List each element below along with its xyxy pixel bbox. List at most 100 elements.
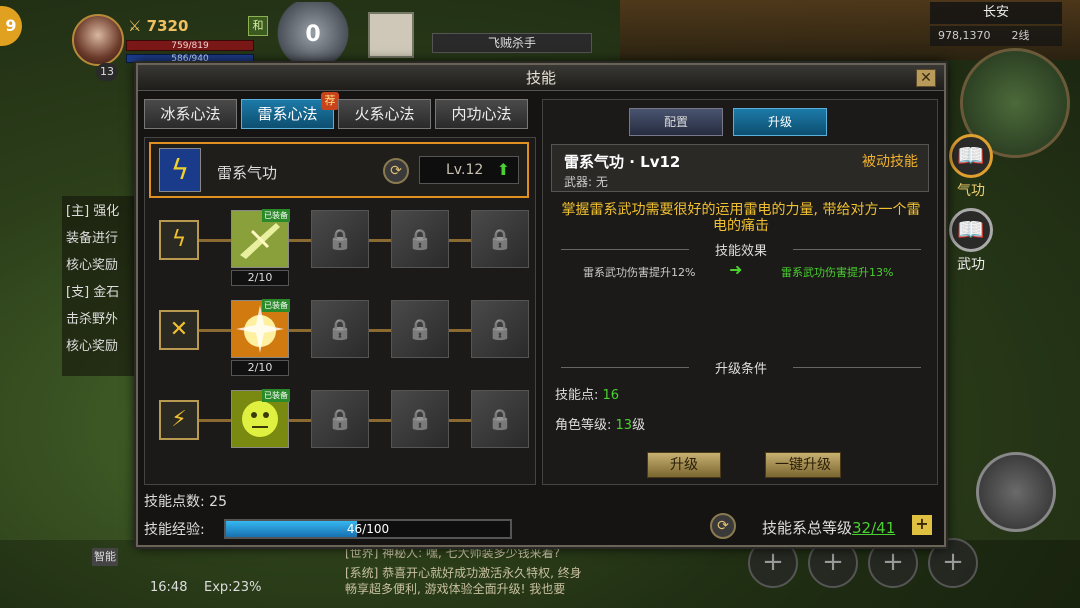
- upgrade-all-button[interactable]: 一键升级: [765, 452, 841, 478]
- refresh-icon[interactable]: ⟳: [383, 158, 409, 184]
- slot-level: 2/10: [231, 270, 289, 286]
- skill-slot-locked[interactable]: [391, 210, 449, 268]
- total-level-value[interactable]: 32/41: [852, 519, 895, 537]
- recommend-badge: 荐: [321, 92, 339, 110]
- total-level-label: 技能系总等级: [762, 519, 853, 537]
- chat-mode-tag[interactable]: 智能: [92, 548, 118, 566]
- cond-level-label: 角色等级:: [555, 418, 612, 433]
- skill-description: 掌握雷系武功需要很好的运用雷电的力量, 带给对方一个雷电的痛击: [561, 202, 921, 234]
- skill-slot-locked[interactable]: [471, 300, 529, 358]
- tab-thunder[interactable]: 雷系心法 荐: [241, 92, 339, 129]
- skill-info: 雷系气功 · Lv12 被动技能 武器: 无: [551, 144, 929, 192]
- tab-fire[interactable]: 火系心法: [338, 99, 431, 129]
- cond-level-value: 13: [615, 418, 633, 433]
- arrow-up-icon[interactable]: ⬆: [497, 157, 510, 183]
- player-level-badge[interactable]: 9: [0, 6, 22, 46]
- task-title[interactable]: 飞贼杀手: [432, 33, 592, 53]
- refresh-icon[interactable]: ⟳: [710, 513, 736, 539]
- selected-skill-level: Lv.12 ⬆: [419, 156, 519, 184]
- quest-line: 核心奖励: [66, 258, 119, 273]
- side-tab-label: 武功: [957, 257, 985, 273]
- skill-slot-locked[interactable]: [311, 210, 369, 268]
- target-count-badge[interactable]: 0: [274, 2, 352, 64]
- quest-line: [主] 强化: [66, 204, 120, 219]
- cond-points-label: 技能点:: [555, 388, 599, 403]
- skill-tree: ϟ 雷系气功 ⟳ Lv.12 ⬆ ϟ 已装备 2/10 🔒 🔒 🔒 ✕ 已装备 …: [144, 137, 536, 485]
- tab-inner[interactable]: 内功心法: [435, 99, 528, 129]
- skill-slot-learned[interactable]: 已装备: [231, 209, 290, 268]
- quest-line: 核心奖励: [66, 339, 119, 354]
- coords-value: 978,1370: [938, 29, 991, 42]
- quest-line: [支] 金石: [66, 285, 120, 300]
- skill-window: 技能 ✕ 冰系心法 雷系心法 荐 火系心法 内功心法 ϟ 雷系气功 ⟳ Lv.1…: [136, 63, 946, 547]
- skill-slot-learned[interactable]: 已装备: [231, 389, 290, 448]
- lightning-icon[interactable]: ϟ: [159, 220, 199, 260]
- skill-type: 被动技能: [862, 154, 918, 170]
- arrow-right-icon: ➜: [729, 260, 743, 279]
- skill-row: ⚡ 已装备: [145, 386, 537, 458]
- map-name[interactable]: 长安: [930, 2, 1062, 24]
- equipped-ribbon: 已装备: [262, 389, 290, 402]
- skill-points-value: 25: [209, 494, 227, 510]
- selected-skill-row[interactable]: ϟ 雷系气功 ⟳ Lv.12 ⬆: [149, 142, 529, 198]
- effect-current: 雷系武功伤害提升12%: [583, 266, 696, 279]
- quest-tracker[interactable]: [主] 强化 装备进行 核心奖励 [支] 金石 击杀野外 核心奖励: [62, 196, 136, 376]
- book-icon: 📖: [949, 134, 993, 178]
- quest-line: 击杀野外: [66, 312, 119, 327]
- tab-config[interactable]: 配置: [629, 108, 723, 136]
- side-tab-qigong[interactable]: 📖 气功: [946, 134, 996, 200]
- tab-label: 雷系心法: [257, 105, 318, 123]
- skill-weapon: 武器: 无: [564, 175, 608, 189]
- skill-detail-panel: 配置 升级 雷系气功 · Lv12 被动技能 武器: 无 掌握雷系武功需要很好的…: [542, 99, 938, 485]
- skill-row: ✕ 已装备 2/10: [145, 296, 537, 376]
- clock: 16:48: [150, 580, 188, 595]
- tab-upgrade[interactable]: 升级: [733, 108, 827, 136]
- upgrade-button[interactable]: 升级: [647, 452, 721, 478]
- window-title: 技能: [138, 65, 944, 91]
- pet-avatar[interactable]: [368, 12, 414, 58]
- cond-level-unit: 级: [632, 418, 646, 433]
- player-avatar[interactable]: [72, 14, 124, 66]
- condition-section-title: 升级条件: [551, 358, 931, 377]
- slash-icon[interactable]: ✕: [159, 310, 199, 350]
- skill-slot-locked[interactable]: [471, 210, 529, 268]
- skill-slot-locked[interactable]: [391, 300, 449, 358]
- pk-mode-badge[interactable]: 和: [248, 16, 268, 36]
- side-tab-label: 气功: [957, 183, 985, 199]
- combat-power-value: 7320: [146, 17, 189, 35]
- skill-slot-locked[interactable]: [311, 300, 369, 358]
- close-button[interactable]: ✕: [916, 69, 936, 87]
- chat-line[interactable]: [系统] 恭喜开心就好成功激活永久特权, 终身: [345, 564, 665, 581]
- skill-slot-locked[interactable]: [391, 390, 449, 448]
- skill-points: 技能点数: 25: [144, 491, 227, 511]
- skill-title: 雷系气功 · Lv12: [564, 153, 681, 171]
- skill-tree-panel: 冰系心法 雷系心法 荐 火系心法 内功心法 ϟ 雷系气功 ⟳ Lv.12 ⬆ ϟ: [144, 92, 536, 485]
- cond-points: 技能点: 16: [555, 384, 619, 403]
- skill-points-label: 技能点数:: [144, 494, 205, 510]
- plus-icon[interactable]: +: [912, 515, 932, 535]
- skill-slot-learned[interactable]: 已装备: [231, 299, 290, 358]
- map-coords: 978,1370 2线: [930, 26, 1062, 46]
- target-count-value: 0: [305, 22, 321, 47]
- combat-power: ⚔ 7320: [128, 17, 189, 35]
- equipped-ribbon: 已装备: [262, 299, 290, 312]
- detail-tabs: 配置 升级: [629, 108, 827, 136]
- skill-slot-locked[interactable]: [311, 390, 369, 448]
- claw-icon[interactable]: ⚡: [159, 400, 199, 440]
- chat-line[interactable]: 畅享超多便利, 游戏体验全面升级! 我也要: [345, 580, 565, 597]
- effect-section-title: 技能效果: [551, 240, 931, 259]
- hp-bar: 759/819: [126, 40, 254, 51]
- skill-slot-locked[interactable]: [471, 390, 529, 448]
- selected-skill-name: 雷系气功: [217, 164, 278, 182]
- slot-level: 2/10: [231, 360, 289, 376]
- skill-footer: 技能点数: 25 技能经验: 46/100 ⟳ 技能系总等级32/41 +: [144, 489, 944, 545]
- side-tab-wugong[interactable]: 📖 武功: [946, 208, 996, 274]
- attack-button[interactable]: [976, 452, 1056, 532]
- lightning-icon: ϟ: [159, 148, 201, 192]
- cond-level: 角色等级: 13级: [555, 414, 645, 433]
- level-text: Lv.12: [446, 162, 484, 178]
- quest-line: 装备进行: [66, 231, 119, 246]
- tab-ice[interactable]: 冰系心法: [144, 99, 237, 129]
- skill-exp-text: 46/100: [346, 522, 390, 536]
- skill-row: ϟ 已装备 2/10: [145, 206, 537, 286]
